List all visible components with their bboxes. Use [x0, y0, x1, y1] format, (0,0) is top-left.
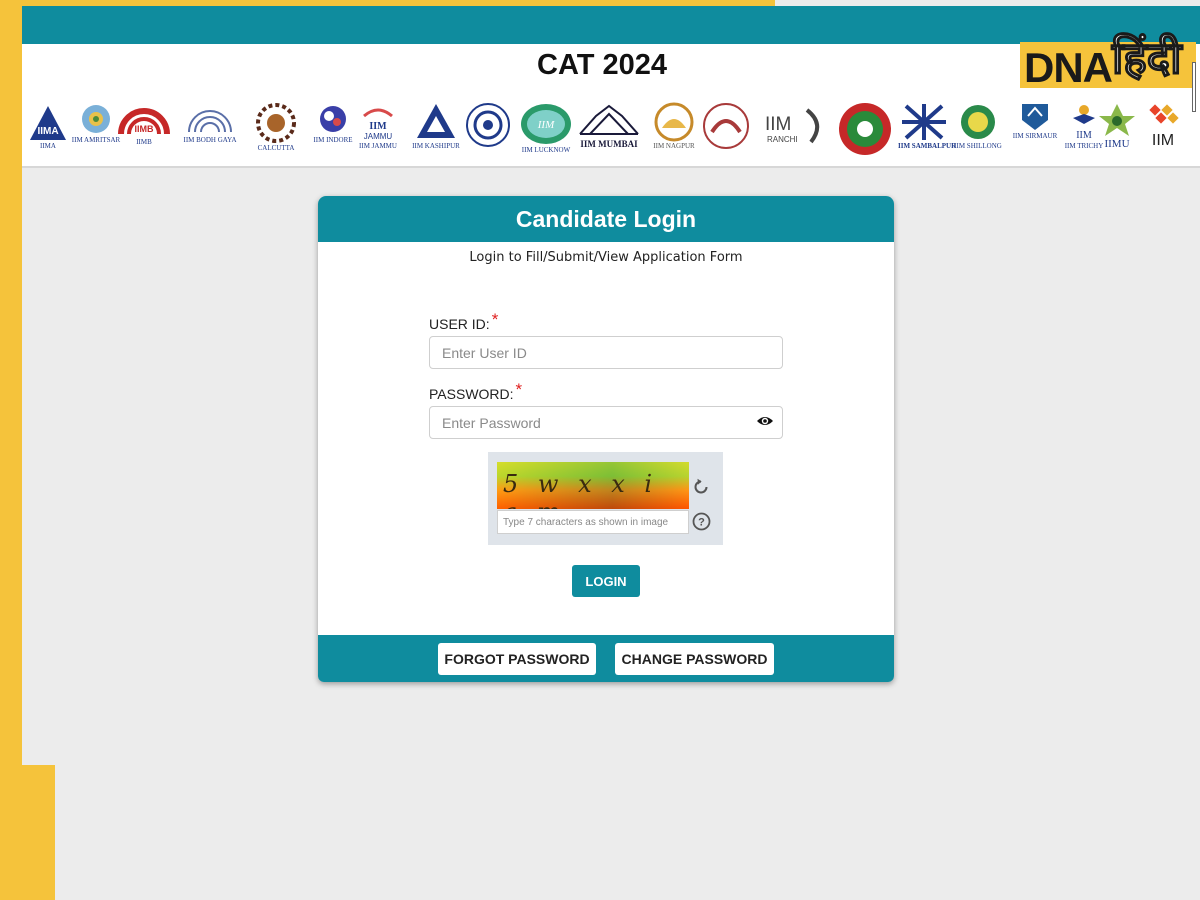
forgot-password-button[interactable]: FORGOT PASSWORD	[438, 643, 596, 675]
user-id-label-text: USER ID:	[429, 316, 490, 332]
eye-icon[interactable]	[756, 414, 774, 428]
dna-logo-bar	[1192, 62, 1196, 112]
logo-caption: IIM SAMBALPUR	[898, 142, 957, 150]
required-marker: *	[491, 310, 499, 329]
password-label-text: PASSWORD:	[429, 386, 514, 402]
logo-iim-sambalpur: IIM SAMBALPUR	[898, 102, 957, 160]
logo-iim-rohtak	[837, 102, 893, 160]
svg-text:IIMB: IIMB	[135, 124, 154, 134]
logo-caption: IIM SHILLONG	[954, 142, 1002, 150]
logo-caption: IIMU	[1104, 138, 1130, 150]
logo-iim-calcutta: CALCUTTA	[250, 102, 302, 160]
user-id-input[interactable]	[429, 336, 783, 369]
svg-text:IIM: IIM	[1076, 130, 1092, 141]
logo-iim-jammu: IIM JAMMU IIM JAMMU	[352, 102, 404, 160]
logo-caption: IIM LUCKNOW	[521, 146, 571, 154]
login-card-title: Candidate Login	[318, 196, 894, 242]
change-password-button[interactable]: CHANGE PASSWORD	[615, 643, 774, 675]
captcha-panel: 5 w x x i a m ?	[488, 452, 723, 545]
refresh-icon[interactable]	[691, 477, 711, 497]
password-input[interactable]	[429, 406, 783, 439]
logo-caption: IIM	[1151, 132, 1175, 149]
help-icon[interactable]: ?	[692, 512, 711, 531]
candidate-login-card: Candidate Login Login to Fill/Submit/Vie…	[318, 196, 894, 682]
required-marker: *	[515, 380, 523, 399]
logo-iim-lucknow: IIM IIM LUCKNOW	[519, 102, 573, 160]
logo-iim-raipur	[700, 102, 752, 160]
captcha-input[interactable]	[497, 510, 689, 534]
svg-text:JAMMU: JAMMU	[364, 132, 393, 141]
logo-iim-kozhikode	[462, 102, 514, 160]
logo-iim-bodh-gaya: IIM BODH GAYA	[177, 102, 243, 160]
user-id-label: USER ID: *	[429, 310, 498, 334]
page-title: CAT 2024	[537, 49, 668, 81]
logo-iim-bangalore: IIMB IIMB	[114, 102, 174, 160]
svg-text:IIM: IIM	[765, 114, 791, 135]
login-button[interactable]: LOGIN	[572, 565, 640, 597]
captcha-image: 5 w x x i a m	[497, 462, 689, 509]
login-card-subtitle: Login to Fill/Submit/View Application Fo…	[469, 250, 743, 265]
captcha-image-text: 5 w x x i a m	[503, 470, 659, 509]
logo-iim-ranchi: IIM RANCHI	[760, 102, 830, 160]
logo-caption: IIM JAMMU	[359, 142, 397, 150]
dna-hindi-logo: DNA हिंदी	[1020, 28, 1200, 116]
logo-iim-ahmedabad: IIMA IIMA	[22, 102, 74, 160]
svg-text:IIM: IIM	[537, 119, 555, 131]
svg-text:IIMA: IIMA	[37, 126, 58, 137]
logo-caption: IIMB	[136, 138, 152, 146]
logo-caption: IIM BODH GAYA	[183, 136, 237, 144]
yellow-frame-bottom	[0, 765, 55, 900]
password-label: PASSWORD: *	[429, 380, 522, 404]
logo-caption: IIM MUMBAI	[580, 139, 638, 149]
svg-text:IIM: IIM	[369, 121, 387, 132]
login-card-footer: FORGOT PASSWORD CHANGE PASSWORD	[318, 635, 894, 682]
logo-iim-mumbai: IIM MUMBAI	[575, 102, 643, 160]
dna-logo-text: DNA	[1024, 44, 1113, 91]
logo-iim-shillong: IIM SHILLONG	[952, 102, 1004, 160]
logo-iim-nagpur: IIM NAGPUR	[648, 102, 700, 160]
svg-text:?: ?	[698, 517, 705, 529]
dna-logo-hindi: हिंदी	[1111, 32, 1182, 85]
logo-caption: IIM NAGPUR	[653, 142, 695, 150]
svg-text:RANCHI: RANCHI	[767, 135, 798, 144]
logo-caption: IIM KASHIPUR	[412, 142, 460, 150]
logo-caption: IIMA	[40, 142, 56, 150]
logo-iim-kashipur: IIM KASHIPUR	[405, 102, 467, 160]
logo-caption: CALCUTTA	[257, 144, 295, 152]
